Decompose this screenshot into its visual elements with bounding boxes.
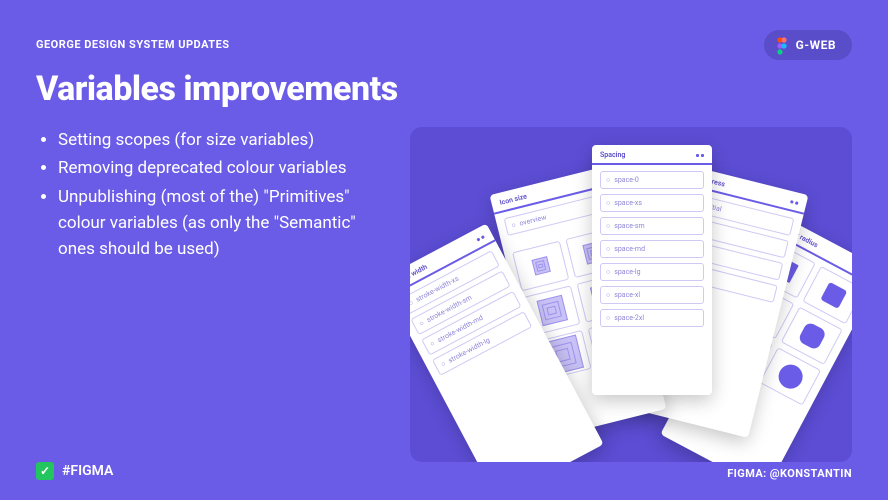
illustration: Stroke width ○stroke-width-xs ○stroke-wi… xyxy=(410,127,852,462)
drag-handle-icon xyxy=(790,200,798,205)
content-row: Setting scopes (for size variables) Remo… xyxy=(36,127,852,462)
list-item: Removing deprecated colour variables xyxy=(58,155,386,181)
figma-icon xyxy=(776,37,788,53)
drag-handle-icon xyxy=(476,235,484,241)
platform-badge-label: G-WEB xyxy=(796,38,836,52)
panel-title: Spacing xyxy=(600,151,625,159)
footer-hashtag: #FIGMA xyxy=(62,463,113,479)
list-item: Unpublishing (most of the) "Primitives" … xyxy=(58,184,386,263)
slide: GEORGE DESIGN SYSTEM UPDATES G-WEB Varia… xyxy=(0,0,888,500)
panel-spacing: Spacing ○space-0 ○space-xs ○space-sm ○sp… xyxy=(592,145,712,395)
footer-left: ✓ #FIGMA xyxy=(36,462,113,480)
check-icon: ✓ xyxy=(36,462,54,480)
platform-badge: G-WEB xyxy=(764,30,852,60)
kicker: GEORGE DESIGN SYSTEM UPDATES xyxy=(36,38,852,51)
list-item: Setting scopes (for size variables) xyxy=(58,127,386,153)
bullet-list: Setting scopes (for size variables) Remo… xyxy=(36,127,386,462)
drag-handle-icon xyxy=(696,154,704,157)
footer-credit: FIGMA: @KONSTANTIN xyxy=(727,467,852,480)
page-title: Variables improvements xyxy=(36,69,852,109)
panel-title: Icon size xyxy=(499,192,528,207)
